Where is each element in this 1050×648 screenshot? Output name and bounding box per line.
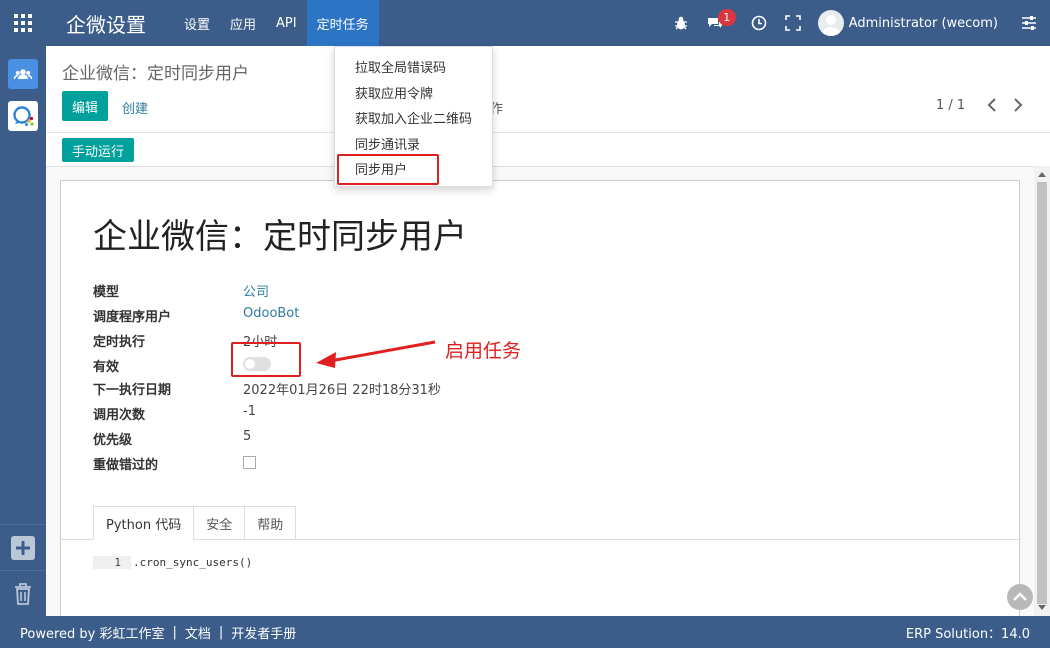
field-value-user[interactable]: OdooBot — [243, 306, 299, 321]
expand-icon — [784, 15, 801, 31]
annotation-text: 启用任务 — [445, 340, 522, 362]
grid-icon — [14, 14, 32, 32]
notebook-tabs: Python 代码 安全 帮助 — [93, 506, 297, 540]
clock-icon — [751, 15, 767, 31]
bug-icon — [674, 16, 687, 30]
scroll-down-arrow[interactable] — [1038, 605, 1046, 610]
sidebar-bottom — [0, 524, 46, 616]
field-label-interval: 定时执行 — [93, 335, 146, 350]
messages-button[interactable]: 1 — [698, 0, 736, 46]
tab-python-code[interactable]: Python 代码 — [93, 506, 195, 540]
settings-toggle-button[interactable] — [1012, 0, 1046, 46]
users-icon — [13, 69, 33, 80]
back-to-top-button[interactable] — [1007, 584, 1033, 610]
form-sheet-background: 企业微信：定时同步用户 模型 公司 调度程序用户 OdooBot 定时执行 2小… — [46, 166, 1034, 616]
dropdown-item-sync-contacts[interactable]: 同步通讯录 — [355, 134, 420, 153]
user-name: Administrator (wecom) — [848, 15, 998, 31]
tab-security[interactable]: 安全 — [194, 506, 246, 540]
plus-icon — [11, 535, 35, 560]
field-label-nextcall: 下一执行日期 — [93, 383, 172, 398]
menu-scheduled-tasks[interactable]: 定时任务 — [306, 0, 379, 46]
user-menu[interactable]: Administrator (wecom) — [817, 10, 998, 36]
pager-value: 1 / 1 — [936, 98, 966, 113]
sidebar-item-contacts[interactable] — [0, 53, 46, 95]
field-value-numbercall: -1 — [243, 404, 256, 419]
scroll-thumb[interactable] — [1037, 182, 1047, 604]
sidebar-item-wecom[interactable] — [0, 95, 46, 137]
annotation-arrow-icon — [316, 340, 436, 368]
run-manually-button[interactable]: 手动运行 — [62, 138, 135, 162]
create-button[interactable]: 创建 — [122, 98, 148, 117]
footer-powered[interactable]: Powered by 彩虹工作室 — [20, 623, 164, 642]
field-label-model: 模型 — [93, 285, 120, 300]
highlight-sync-users — [337, 154, 439, 185]
app-brand: 企微设置 — [66, 12, 146, 37]
record-title: 企业微信：定时同步用户 — [93, 217, 467, 257]
menu-apps[interactable]: 应用 — [220, 0, 266, 46]
field-label-active: 有效 — [93, 360, 120, 375]
doall-checkbox[interactable] — [243, 456, 256, 469]
chevron-right-icon — [1014, 98, 1023, 112]
main-content: 企业微信：定时同步用户 编辑 创建 作 1 / 1 手动运行 企业微信：定时同步… — [46, 46, 1050, 616]
edit-button[interactable]: 编辑 — [62, 91, 108, 121]
field-label-numbercall: 调用次数 — [93, 408, 146, 423]
chevron-up-icon — [1013, 592, 1027, 601]
trash-icon — [15, 582, 31, 605]
vertical-scrollbar[interactable] — [1034, 166, 1050, 616]
pager-previous-button[interactable] — [983, 96, 1001, 114]
field-label-priority: 优先级 — [93, 433, 133, 448]
code-text: .cron_sync_users() — [133, 556, 253, 569]
activity-button[interactable] — [742, 0, 776, 46]
chevron-left-icon — [987, 98, 996, 112]
avatar — [817, 10, 844, 36]
form-sheet: 企业微信：定时同步用户 模型 公司 调度程序用户 OdooBot 定时执行 2小… — [60, 180, 1021, 616]
top-menu: 设置 应用 API 定时任务 — [174, 0, 379, 46]
form-statusbar: 手动运行 — [46, 132, 1050, 166]
menu-api[interactable]: API — [266, 0, 307, 46]
dropdown-item-app-token[interactable]: 获取应用令牌 — [355, 83, 433, 102]
scroll-up-arrow[interactable] — [1038, 172, 1046, 177]
dropdown-item-error-codes[interactable]: 拉取全局错误码 — [355, 57, 446, 76]
sidebar-delete-button[interactable] — [0, 570, 46, 616]
debug-button[interactable] — [664, 0, 698, 46]
code-editor[interactable]: 1 .cron_sync_users() — [93, 556, 252, 569]
left-sidebar — [0, 46, 46, 616]
apps-menu-button[interactable] — [0, 0, 46, 46]
breadcrumb: 企业微信：定时同步用户 — [62, 64, 249, 84]
footer-separator: | — [172, 624, 177, 640]
user-icon — [820, 15, 841, 36]
top-navbar: 企微设置 设置 应用 API 定时任务 1 Administrator (wec… — [0, 0, 1050, 46]
field-value-priority: 5 — [243, 429, 252, 444]
field-value-model[interactable]: 公司 — [243, 281, 269, 300]
code-line-number: 1 — [93, 556, 131, 569]
field-label-user: 调度程序用户 — [93, 310, 172, 325]
pager-next-button[interactable] — [1009, 96, 1027, 114]
footer-version: ERP Solution：14.0 — [905, 626, 1030, 642]
highlight-active-toggle — [231, 342, 301, 377]
sidebar-add-button[interactable] — [0, 524, 46, 570]
field-label-doall: 重做错过的 — [93, 458, 159, 473]
wecom-logo-icon — [13, 106, 34, 127]
menu-settings[interactable]: 设置 — [174, 0, 220, 46]
notification-badge: 1 — [717, 9, 736, 26]
footer: Powered by 彩虹工作室 | 文档 | 开发者手册 ERP Soluti… — [0, 616, 1050, 648]
footer-dev-manual-link[interactable]: 开发者手册 — [231, 623, 296, 642]
dropdown-item-join-qrcode[interactable]: 获取加入企业二维码 — [355, 108, 472, 127]
tab-help[interactable]: 帮助 — [245, 506, 297, 540]
field-value-nextcall: 2022年01月26日 22时18分31秒 — [243, 383, 441, 398]
footer-docs-link[interactable]: 文档 — [185, 623, 211, 642]
navbar-systray: 1 Administrator (wecom) — [664, 0, 1050, 46]
fullscreen-button[interactable] — [776, 0, 810, 46]
footer-separator: | — [218, 624, 224, 640]
sliders-icon — [1022, 16, 1036, 30]
